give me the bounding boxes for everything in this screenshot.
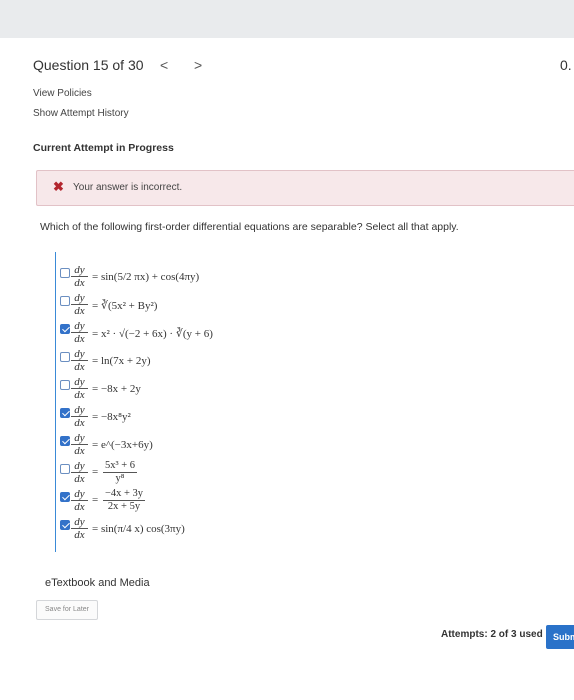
question-prompt: Which of the following first-order diffe… — [40, 221, 459, 233]
option-expression: = e^(−3x+6y) — [92, 439, 153, 451]
checkbox[interactable] — [60, 324, 70, 334]
option-expression: = −8x + 2y — [92, 383, 141, 395]
answer-option[interactable]: dy dx = sin(5/2 πx) + cos(4πy) — [56, 264, 356, 292]
feedback-text: Your answer is incorrect. — [73, 182, 183, 193]
dy-dx: dy dx — [71, 320, 88, 346]
checkbox[interactable] — [60, 492, 70, 502]
checkbox[interactable] — [60, 380, 70, 390]
answer-option[interactable]: dy dx = ∛(5x² + By²) — [56, 292, 356, 320]
dy-dx: dy dx — [71, 376, 88, 402]
dy-dx: dy dx — [71, 460, 88, 486]
answer-option[interactable]: dy dx = −8x⁸y² — [56, 404, 356, 432]
answer-options: dy dx = sin(5/2 πx) + cos(4πy) dy dx = ∛(5… — [55, 252, 356, 552]
dy-dx: dy dx — [71, 404, 88, 430]
option-expression: = ∛(5x² + By²) — [92, 300, 158, 312]
checkbox[interactable] — [60, 268, 70, 278]
answer-option[interactable]: dy dx = sin(π/4 x) cos(3πy) — [56, 516, 356, 544]
checkbox[interactable] — [60, 520, 70, 530]
dy-dx: dy dx — [71, 516, 88, 542]
option-expression: = −8x⁸y² — [92, 411, 131, 423]
option-expression: = sin(π/4 x) cos(3πy) — [92, 523, 185, 535]
save-for-later-button[interactable]: Save for Later — [36, 600, 98, 620]
answer-option[interactable]: dy dx = e^(−3x+6y) — [56, 432, 356, 460]
answer-option[interactable]: dy dx = −8x + 2y — [56, 376, 356, 404]
checkbox[interactable] — [60, 408, 70, 418]
dy-dx: dy dx — [71, 432, 88, 458]
x-icon: ✖ — [53, 179, 64, 194]
feedback-banner: ✖ Your answer is incorrect. — [36, 170, 574, 206]
dy-dx: dy dx — [71, 264, 88, 290]
answer-option[interactable]: dy dx = 5x³ + 6 y⁸ — [56, 460, 356, 488]
checkbox[interactable] — [60, 296, 70, 306]
option-expression: = −4x + 3y 2x + 5y — [92, 488, 146, 512]
option-expression: = 5x³ + 6 y⁸ — [92, 460, 138, 484]
show-attempt-history-link[interactable]: Show Attempt History — [33, 108, 129, 119]
submit-button[interactable]: Subm — [546, 625, 574, 649]
checkbox[interactable] — [60, 436, 70, 446]
attempt-status: Current Attempt in Progress — [33, 142, 174, 154]
checkbox[interactable] — [60, 464, 70, 474]
view-policies-link[interactable]: View Policies — [33, 88, 92, 99]
dy-dx: dy dx — [71, 348, 88, 374]
option-expression: = ln(7x + 2y) — [92, 355, 151, 367]
checkbox[interactable] — [60, 352, 70, 362]
option-expression: = sin(5/2 πx) + cos(4πy) — [92, 271, 200, 283]
attempts-counter: Attempts: 2 of 3 used — [441, 629, 543, 640]
top-bar — [0, 0, 574, 38]
chevron-right-icon[interactable]: > — [194, 57, 202, 73]
dy-dx: dy dx — [71, 488, 88, 514]
question-number: Question 15 of 30 — [33, 57, 144, 73]
answer-option[interactable]: dy dx = x² · √(−2 + 6x) · ∛(y + 6) — [56, 320, 356, 348]
option-expression: = x² · √(−2 + 6x) · ∛(y + 6) — [92, 328, 213, 340]
answer-option[interactable]: dy dx = −4x + 3y 2x + 5y — [56, 488, 356, 516]
score: 0. — [560, 57, 572, 73]
etextbook-media-link[interactable]: eTextbook and Media — [45, 577, 150, 589]
dy-dx: dy dx — [71, 292, 88, 318]
answer-option[interactable]: dy dx = ln(7x + 2y) — [56, 348, 356, 376]
chevron-left-icon[interactable]: < — [160, 57, 168, 73]
